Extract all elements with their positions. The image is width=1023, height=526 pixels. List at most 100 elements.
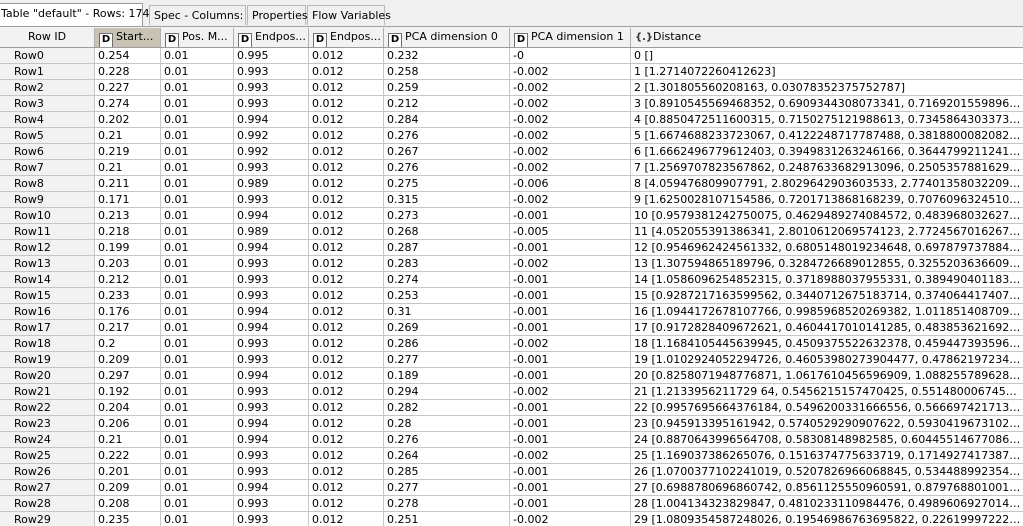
table-row[interactable]: Row12 0.199 0.01 0.994 0.012 0.287 -0.001 12 [0… (0, 240, 1023, 256)
table-cell[interactable]: 0.012 (309, 224, 384, 239)
table-cell[interactable]: 0.201 (95, 464, 161, 479)
table-cell[interactable]: 0.01 (161, 352, 234, 367)
table-cell[interactable]: 0.213 (95, 208, 161, 223)
table-cell[interactable]: 0.012 (309, 160, 384, 175)
table-cell[interactable]: 0.012 (309, 320, 384, 335)
table-cell[interactable]: 0.012 (309, 96, 384, 111)
table-cell[interactable]: -0.002 (510, 160, 631, 175)
table-cell[interactable]: 0.268 (384, 224, 510, 239)
table-cell[interactable]: 0.993 (234, 256, 309, 271)
header-endpos-1[interactable]: D Endpos... (234, 28, 309, 47)
header-pca-dimension-1[interactable]: D PCA dimension 1 (510, 28, 631, 47)
table-row[interactable]: Row29 0.235 0.01 0.993 0.012 0.251 -0.002 29 [1… (0, 512, 1023, 526)
row-id-cell[interactable]: Row8 (0, 176, 95, 191)
table-row[interactable]: Row7 0.21 0.01 0.993 0.012 0.276 -0.002 7 [1.25… (0, 160, 1023, 176)
table-cell[interactable]: 0.993 (234, 80, 309, 95)
table-cell[interactable]: 0.21 (95, 432, 161, 447)
table-row[interactable]: Row19 0.209 0.01 0.993 0.012 0.277 -0.001 19 [1… (0, 352, 1023, 368)
table-cell[interactable]: 0.277 (384, 480, 510, 495)
table-cell[interactable]: 0.993 (234, 384, 309, 399)
row-id-cell[interactable]: Row2 (0, 80, 95, 95)
table-cell[interactable]: 0.994 (234, 208, 309, 223)
table-cell[interactable]: 0 [] (631, 48, 1023, 63)
table-row[interactable]: Row26 0.201 0.01 0.993 0.012 0.285 -0.001 26 [1… (0, 464, 1023, 480)
table-cell[interactable]: 0.21 (95, 160, 161, 175)
table-cell[interactable]: 0.254 (95, 48, 161, 63)
table-cell[interactable]: 0.01 (161, 400, 234, 415)
table-cell[interactable]: 0.283 (384, 256, 510, 271)
table-row[interactable]: Row10 0.213 0.01 0.994 0.012 0.273 -0.001 10 [0… (0, 208, 1023, 224)
table-cell[interactable]: 0.01 (161, 320, 234, 335)
table-row[interactable]: Row17 0.217 0.01 0.994 0.012 0.269 -0.001 17 [0… (0, 320, 1023, 336)
row-id-cell[interactable]: Row14 (0, 272, 95, 287)
table-cell[interactable]: 0.176 (95, 304, 161, 319)
table-cell[interactable]: 0.01 (161, 496, 234, 511)
table-cell[interactable]: -0.001 (510, 320, 631, 335)
table-cell[interactable]: 0.012 (309, 208, 384, 223)
table-cell[interactable]: 0.203 (95, 256, 161, 271)
table-cell[interactable]: 20 [0.8258071948776871, 1.06176104565969… (631, 368, 1023, 383)
table-cell[interactable]: 0.01 (161, 208, 234, 223)
row-id-cell[interactable]: Row17 (0, 320, 95, 335)
header-pos-m[interactable]: D Pos. M... (161, 28, 234, 47)
table-cell[interactable]: 3 [0.8910545569468352, 0.690934430807334… (631, 96, 1023, 111)
table-cell[interactable]: 0.012 (309, 176, 384, 191)
table-cell[interactable]: 0.01 (161, 112, 234, 127)
table-cell[interactable]: 0.992 (234, 128, 309, 143)
table-row[interactable]: Row28 0.208 0.01 0.993 0.012 0.278 -0.001 28 [1… (0, 496, 1023, 512)
table-cell[interactable]: 0.01 (161, 256, 234, 271)
table-cell[interactable]: -0.001 (510, 352, 631, 367)
table-cell[interactable]: 0.01 (161, 128, 234, 143)
table-cell[interactable]: 0.189 (384, 368, 510, 383)
table-row[interactable]: Row8 0.211 0.01 0.989 0.012 0.275 -0.006 8 [4.0… (0, 176, 1023, 192)
table-cell[interactable]: -0.001 (510, 368, 631, 383)
header-pca-dimension-0[interactable]: D PCA dimension 0 (384, 28, 510, 47)
row-id-cell[interactable]: Row15 (0, 288, 95, 303)
table-cell[interactable]: 22 [0.9957695664376184, 0.54962003316665… (631, 400, 1023, 415)
row-id-cell[interactable]: Row29 (0, 512, 95, 526)
table-cell[interactable]: 0.01 (161, 336, 234, 351)
table-cell[interactable]: -0.002 (510, 192, 631, 207)
table-cell[interactable]: -0.001 (510, 464, 631, 479)
row-id-cell[interactable]: Row21 (0, 384, 95, 399)
table-cell[interactable]: -0.002 (510, 128, 631, 143)
table-cell[interactable]: 0.993 (234, 352, 309, 367)
table-cell[interactable]: 0.01 (161, 304, 234, 319)
table-cell[interactable]: 0.01 (161, 480, 234, 495)
table-row[interactable]: Row20 0.297 0.01 0.994 0.012 0.189 -0.001 20 [0… (0, 368, 1023, 384)
table-row[interactable]: Row24 0.21 0.01 0.994 0.012 0.276 -0.001 24 [0.… (0, 432, 1023, 448)
table-row[interactable]: Row15 0.233 0.01 0.993 0.012 0.253 -0.001 15 [0… (0, 288, 1023, 304)
table-cell[interactable]: 0.31 (384, 304, 510, 319)
table-cell[interactable]: 0.285 (384, 464, 510, 479)
table-cell[interactable]: 0.993 (234, 464, 309, 479)
table-cell[interactable]: 0.01 (161, 144, 234, 159)
table-cell[interactable]: 0.01 (161, 288, 234, 303)
table-row[interactable]: Row0 0.254 0.01 0.995 0.012 0.232 -0 0 [] (0, 48, 1023, 64)
table-cell[interactable]: 12 [0.9546962424561332, 0.68051480192346… (631, 240, 1023, 255)
table-cell[interactable]: -0.005 (510, 224, 631, 239)
table-cell[interactable]: -0.001 (510, 288, 631, 303)
header-distance[interactable]: {.}Distance (631, 28, 1023, 47)
table-cell[interactable]: 0.994 (234, 320, 309, 335)
table-cell[interactable]: -0.002 (510, 336, 631, 351)
table-cell[interactable]: 5 [1.6674688233723067, 0.412224871778748… (631, 128, 1023, 143)
table-cell[interactable]: -0 (510, 48, 631, 63)
table-cell[interactable]: -0.001 (510, 416, 631, 431)
table-cell[interactable]: -0.002 (510, 96, 631, 111)
table-cell[interactable]: 0.012 (309, 80, 384, 95)
table-cell[interactable]: 0.259 (384, 80, 510, 95)
table-cell[interactable]: 7 [1.2569707823567862, 0.248763368291309… (631, 160, 1023, 175)
table-cell[interactable]: 0.253 (384, 288, 510, 303)
table-cell[interactable]: 0.276 (384, 432, 510, 447)
table-cell[interactable]: 0.28 (384, 416, 510, 431)
table-cell[interactable]: -0.001 (510, 400, 631, 415)
table-cell[interactable]: 0.993 (234, 448, 309, 463)
table-cell[interactable]: 0.012 (309, 384, 384, 399)
table-cell[interactable]: -0.002 (510, 384, 631, 399)
table-cell[interactable]: 0.01 (161, 160, 234, 175)
table-cell[interactable]: 0.012 (309, 64, 384, 79)
table-cell[interactable]: 0.012 (309, 480, 384, 495)
table-cell[interactable]: 0.01 (161, 64, 234, 79)
table-cell[interactable]: 17 [0.9172828409672621, 0.46044170101412… (631, 320, 1023, 335)
table-cell[interactable]: 0.994 (234, 480, 309, 495)
